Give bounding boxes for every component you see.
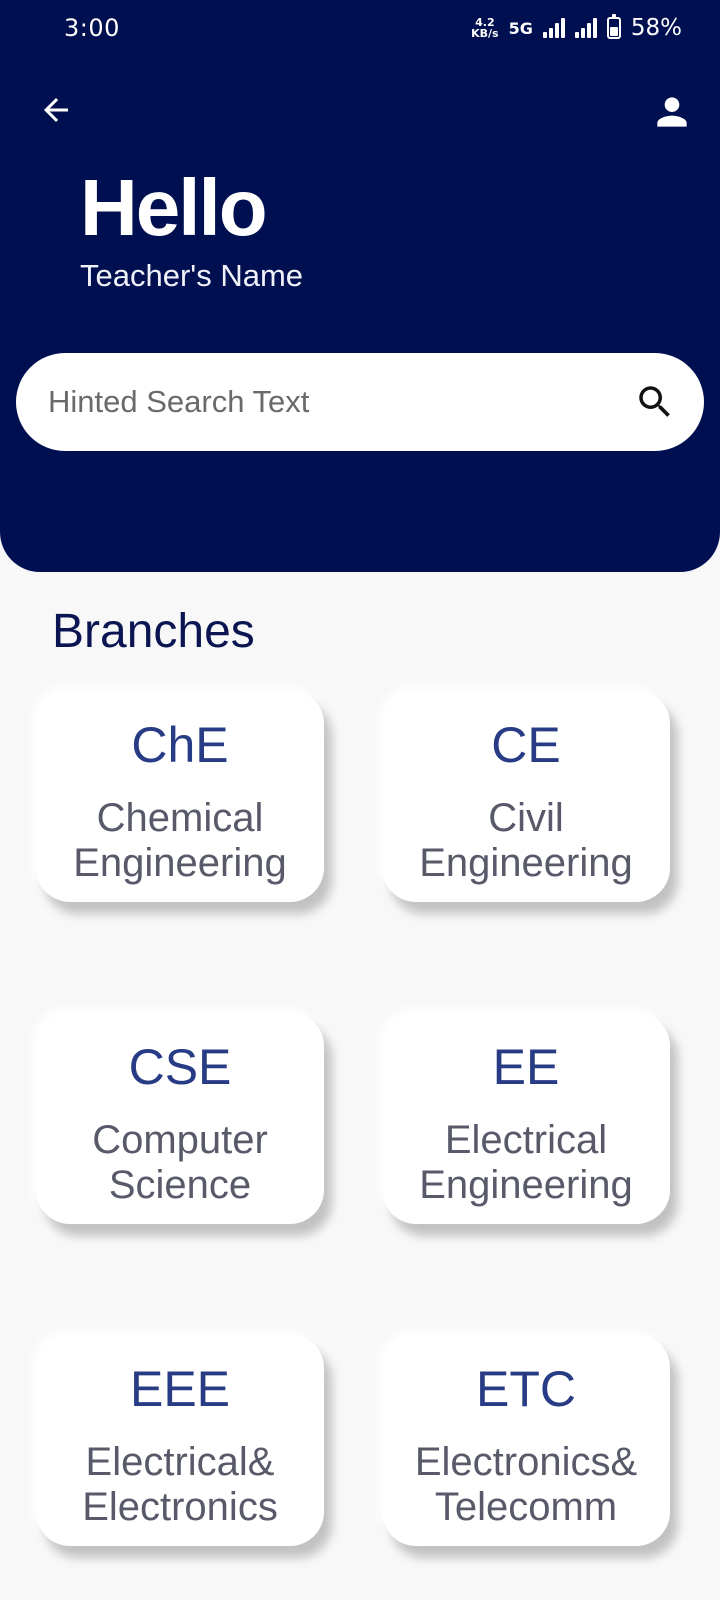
branch-code: CE bbox=[491, 717, 561, 773]
network-type: 5G bbox=[508, 18, 533, 38]
branch-name-line2: Science bbox=[108, 1163, 252, 1207]
status-bar: 3:00 4.2 KB/s 5G 58% bbox=[0, 0, 720, 56]
greeting-title: Hello bbox=[80, 163, 268, 252]
branch-name-line1: Chemical bbox=[96, 796, 264, 840]
battery-icon bbox=[606, 14, 621, 39]
search-input[interactable] bbox=[46, 383, 634, 421]
branch-card-che[interactable]: ChE Chemical Engineering bbox=[36, 690, 324, 902]
branch-code: EE bbox=[492, 1039, 560, 1095]
battery-percentage: 58% bbox=[630, 15, 682, 41]
branch-name-line2: Engineering bbox=[73, 841, 287, 885]
status-time: 3:00 bbox=[64, 14, 120, 42]
search-icon[interactable] bbox=[634, 381, 676, 423]
back-button[interactable] bbox=[32, 86, 80, 134]
branch-name-line2: Telecomm bbox=[434, 1485, 618, 1529]
branch-name-line1: Electrical& bbox=[85, 1440, 275, 1484]
branch-name-line2: Electronics bbox=[82, 1485, 278, 1529]
branch-name-line1: Electronics& bbox=[414, 1440, 638, 1484]
branch-code: ChE bbox=[131, 717, 229, 773]
branch-card-ee[interactable]: EE Electrical Engineering bbox=[382, 1012, 670, 1224]
branch-code: EEE bbox=[129, 1361, 231, 1417]
branch-name-line2: Engineering bbox=[419, 841, 633, 885]
network-speed-unit: KB/s bbox=[471, 27, 499, 40]
status-icons: 4.2 KB/s 5G 58% bbox=[471, 14, 682, 41]
arrow-left-icon bbox=[44, 98, 68, 122]
branch-code: ETC bbox=[476, 1361, 576, 1417]
teacher-name: Teacher's Name bbox=[80, 258, 304, 293]
signal-strength-icon bbox=[542, 18, 565, 38]
branch-card-etc[interactable]: ETC Electronics& Telecomm bbox=[382, 1334, 670, 1546]
branch-name-line1: Civil bbox=[488, 796, 564, 840]
search-bar[interactable] bbox=[16, 353, 704, 451]
signal-strength-icon-2 bbox=[574, 18, 597, 38]
branch-name-line1: Computer bbox=[92, 1118, 268, 1162]
profile-button[interactable] bbox=[646, 86, 698, 138]
branch-card-eee[interactable]: EEE Electrical& Electronics bbox=[36, 1334, 324, 1546]
battery-level-fill bbox=[609, 27, 618, 36]
header-panel: Hello Teacher's Name bbox=[0, 56, 720, 572]
network-speed: 4.2 KB/s bbox=[471, 17, 498, 39]
branches-title: Branches bbox=[52, 605, 255, 658]
branch-card-cse[interactable]: CSE Computer Science bbox=[36, 1012, 324, 1224]
branch-card-ce[interactable]: CE Civil Engineering bbox=[382, 690, 670, 902]
branch-name-line1: Electrical bbox=[444, 1118, 608, 1162]
branch-name-line2: Engineering bbox=[419, 1163, 633, 1207]
branch-code: CSE bbox=[128, 1039, 232, 1095]
person-icon bbox=[657, 97, 687, 127]
